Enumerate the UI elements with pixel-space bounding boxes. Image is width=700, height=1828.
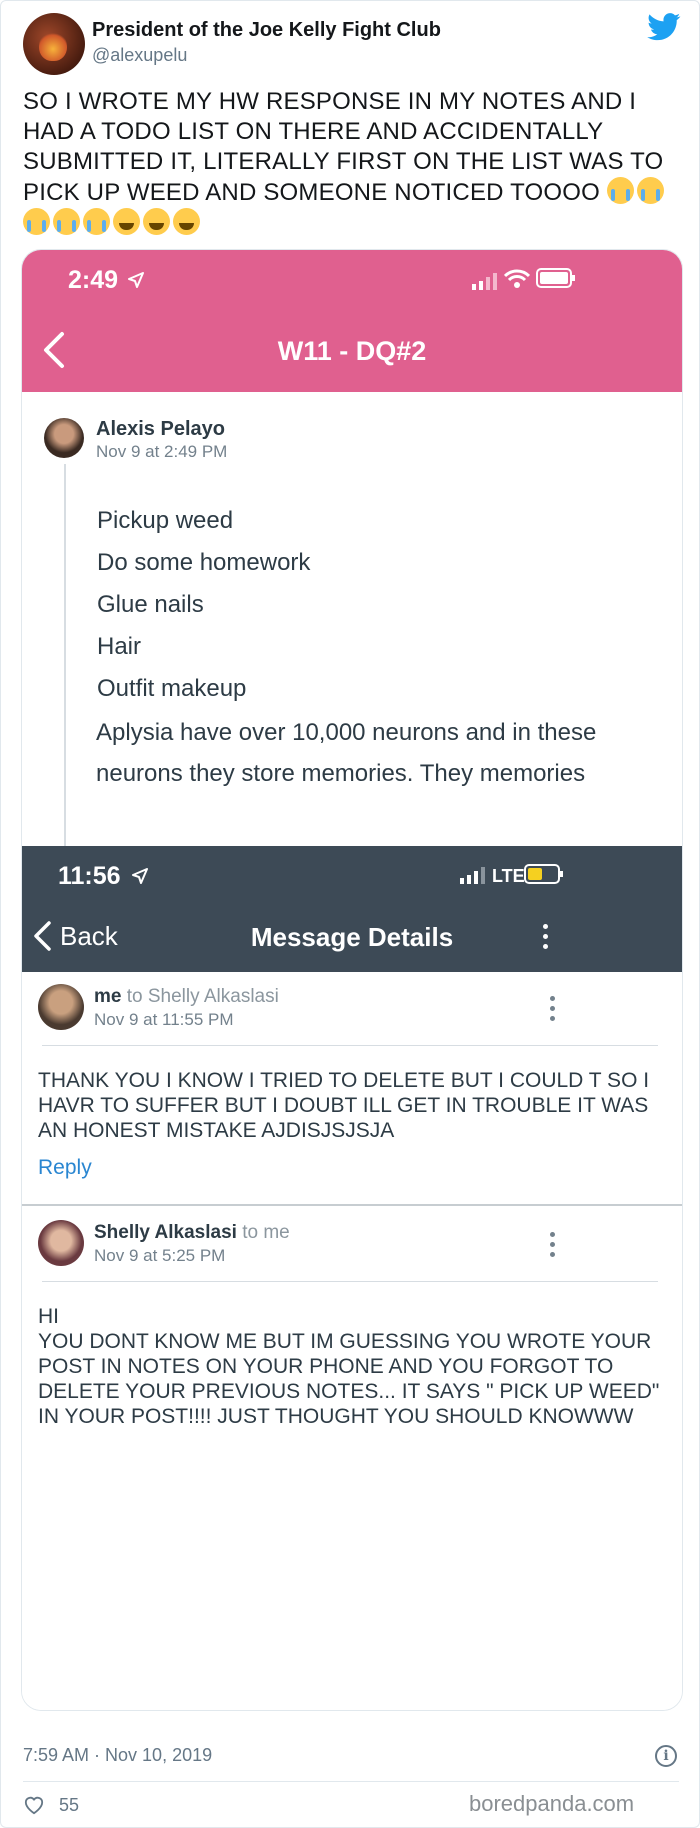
message-date: Nov 9 at 11:55 PM (94, 1010, 234, 1029)
todo-item: Outfit makeup (97, 675, 247, 702)
todo-list: Pickup weed Do some homework Glue nails … (97, 500, 310, 710)
divider (42, 1281, 658, 1282)
twitter-bird-icon[interactable] (647, 13, 681, 41)
message-sender: Shelly Alkaslasi to me (94, 1222, 290, 1244)
nav-bar: W11 - DQ#2 (22, 312, 682, 392)
crying-emoji-icon (23, 208, 50, 235)
todo-item: Do some homework (97, 549, 311, 576)
laughing-emoji-icon (173, 208, 200, 235)
crying-emoji-icon (83, 208, 110, 235)
message: me to Shelly Alkaslasi Nov 9 at 11:55 PM… (22, 972, 682, 1210)
avatar[interactable] (44, 418, 84, 458)
crying-emoji-icon (636, 177, 664, 204)
divider (42, 1045, 658, 1046)
message-sender: me to Shelly Alkaslasi (94, 986, 279, 1008)
todo-item: Glue nails (97, 591, 204, 618)
location-arrow-icon (132, 868, 148, 884)
message-details-screen: 11:56 LTE Back Message Details me to She… (22, 846, 682, 1710)
author-avatar[interactable] (23, 13, 85, 75)
signal-icon (472, 273, 497, 290)
post-date: Nov 9 at 2:49 PM (96, 442, 228, 461)
heart-icon[interactable] (23, 1795, 45, 1815)
battery-icon (536, 268, 575, 288)
discussion-post: Alexis Pelayo Nov 9 at 2:49 PM Pickup we… (22, 392, 682, 884)
author-handle[interactable]: @alexupelu (92, 45, 187, 66)
reply-button[interactable]: Reply (38, 1156, 92, 1180)
post-paragraph: Aplysia have over 10,000 neurons and in … (96, 719, 597, 787)
tweet-card: President of the Joe Kelly Fight Club @a… (0, 0, 700, 1828)
avatar[interactable] (38, 984, 84, 1030)
sender-name: Shelly Alkaslasi (94, 1222, 237, 1243)
message: Shelly Alkaslasi to me Nov 9 at 5:25 PM … (22, 1208, 682, 1708)
recipient: to me (242, 1222, 290, 1243)
status-bar: 11:56 LTE (22, 846, 682, 904)
wifi-icon (504, 269, 530, 288)
author-display-name[interactable]: President of the Joe Kelly Fight Club (92, 19, 441, 42)
like-count[interactable]: 55 (59, 1795, 79, 1816)
nav-title: Message Details (250, 922, 454, 952)
laughing-emoji-icon (113, 208, 140, 235)
network-label: LTE (492, 866, 525, 886)
nav-bar: Back Message Details (22, 904, 682, 972)
more-options-icon[interactable] (543, 924, 549, 954)
divider (23, 1781, 679, 1782)
status-bar: 2:49 (22, 250, 682, 312)
message-date: Nov 9 at 5:25 PM (94, 1246, 226, 1265)
sender-name: me (94, 986, 122, 1007)
crying-emoji-icon (53, 208, 80, 235)
status-time: 2:49 (68, 266, 119, 294)
tweet-timestamp[interactable]: 7:59 AM · Nov 10, 2019 (23, 1745, 212, 1766)
tweet-text: SO I WROTE MY HW RESPONSE IN MY NOTES AN… (23, 87, 683, 239)
divider (22, 1204, 682, 1206)
more-options-icon[interactable] (550, 1232, 556, 1262)
location-arrow-icon (128, 272, 144, 288)
signal-icon (460, 867, 485, 884)
message-body: THANK YOU I KNOW I TRIED TO DELETE BUT I… (38, 1069, 650, 1142)
watermark: boredpanda.com (469, 1791, 635, 1816)
avatar[interactable] (38, 1220, 84, 1266)
tweet-media-image[interactable]: 2:49 W11 - DQ#2 Alexis Pelayo Nov 9 at 2… (21, 249, 683, 1711)
more-options-icon[interactable] (550, 996, 556, 1026)
todo-item: Pickup weed (97, 507, 234, 534)
tweet-text-body: SO I WROTE MY HW RESPONSE IN MY NOTES AN… (23, 88, 664, 206)
battery-icon (524, 864, 563, 884)
recipient: to Shelly Alkaslasi (126, 986, 279, 1007)
nav-title: W11 - DQ#2 (277, 336, 427, 366)
laughing-emoji-icon (143, 208, 170, 235)
thread-line (64, 464, 66, 884)
info-icon[interactable]: i (655, 1745, 677, 1767)
message-body: HI YOU DONT KNOW ME BUT IM GUESSING YOU … (38, 1305, 660, 1428)
post-author[interactable]: Alexis Pelayo (96, 418, 225, 441)
todo-item: Hair (97, 633, 142, 660)
crying-emoji-icon (606, 177, 634, 204)
status-time: 11:56 (58, 862, 121, 890)
